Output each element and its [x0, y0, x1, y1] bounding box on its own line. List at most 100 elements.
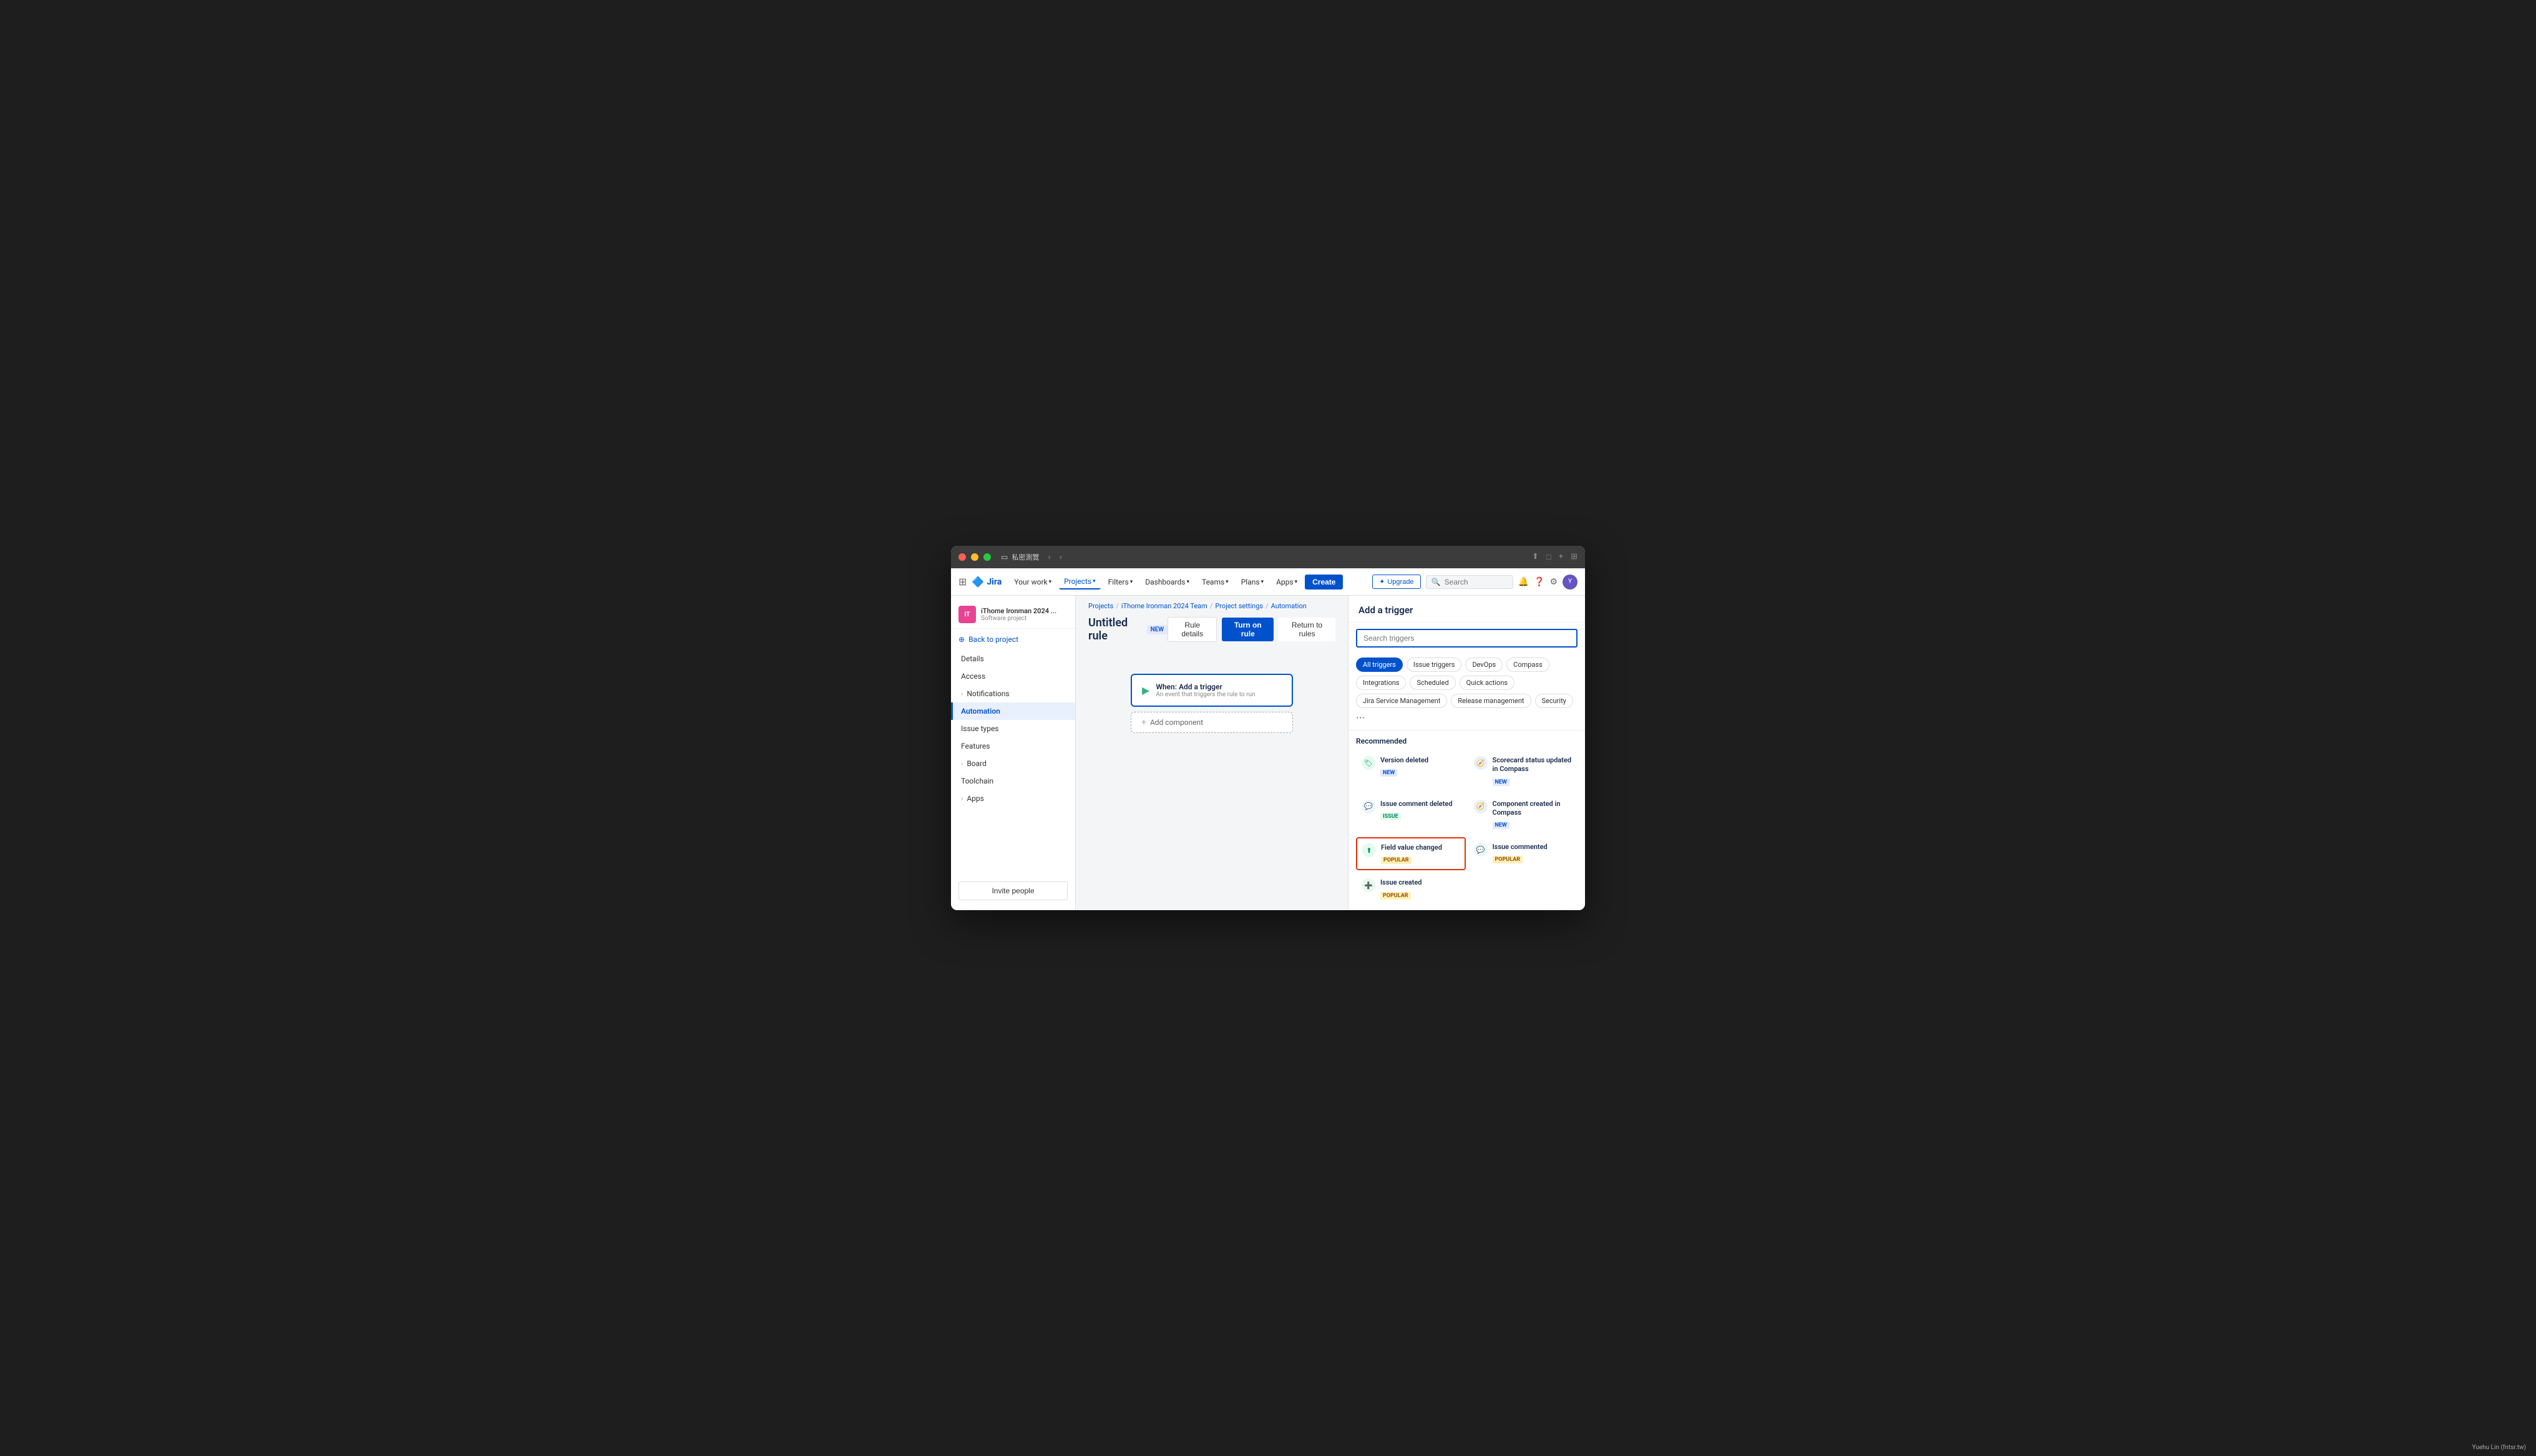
create-button[interactable]: Create: [1305, 575, 1343, 590]
page-title-area: Untitled rule NEW: [1088, 616, 1168, 643]
bookmark-icon[interactable]: □: [1546, 552, 1551, 562]
new-tab-icon[interactable]: +: [1559, 552, 1563, 562]
trigger-issue-commented[interactable]: 💬 Issue commented POPULAR: [1468, 837, 1578, 870]
recommended-title: Recommended: [1356, 737, 1578, 745]
filter-tags: All triggers Issue triggers DevOps Compa…: [1348, 654, 1585, 730]
field-icon: ⬆: [1362, 843, 1376, 857]
sidebar-item-notifications[interactable]: › Notifications: [951, 685, 1075, 702]
search-triggers-input[interactable]: [1356, 629, 1578, 648]
sidebar-toggle-icon[interactable]: ⊞: [1571, 552, 1578, 562]
version-icon: 🏷: [1362, 756, 1375, 770]
project-icon: iT: [958, 606, 976, 623]
grid-icon[interactable]: ⊞: [958, 576, 967, 588]
canvas-content: ▶ When: Add a trigger An event that trig…: [1131, 674, 1293, 733]
recommended-section: Recommended 🏷 Version deleted NEW 🧭: [1348, 730, 1585, 910]
filter-quick-actions[interactable]: Quick actions: [1460, 676, 1514, 690]
filters-nav[interactable]: Filters ▾: [1103, 575, 1138, 589]
app-window: ▭ 私密測覽 ‹ › ⬆ □ + ⊞ ⊞ 🔷 Jira Your work ▾ …: [951, 546, 1585, 910]
filter-devops[interactable]: DevOps: [1465, 658, 1503, 672]
sidebar-item-apps[interactable]: › Apps: [951, 790, 1075, 807]
minimize-button[interactable]: [971, 553, 978, 561]
project-header: iT iThome Ironman 2024 ... Software proj…: [951, 601, 1075, 629]
invite-button[interactable]: Invite people: [958, 881, 1068, 900]
trigger-issue-comment-deleted[interactable]: 💬 Issue comment deleted ISSUE: [1356, 794, 1466, 835]
sidebar-item-access[interactable]: Access: [951, 667, 1075, 685]
topnav-right: ✦ Upgrade 🔍 🔔 ❓ ⚙ Y: [1372, 575, 1578, 590]
breadcrumb-projects[interactable]: Projects: [1088, 602, 1113, 610]
more-filters[interactable]: ···: [1356, 712, 1365, 725]
comment-icon: 💬: [1362, 800, 1375, 813]
plus-circle-icon: ➕: [1362, 878, 1375, 892]
page-header: Untitled rule NEW Rule details Turn on r…: [1076, 613, 1348, 649]
breadcrumb-automation[interactable]: Automation: [1271, 602, 1307, 610]
dashboards-nav[interactable]: Dashboards ▾: [1140, 575, 1194, 589]
teams-nav[interactable]: Teams ▾: [1197, 575, 1234, 589]
trigger-field-value-changed[interactable]: ⬆ Field value changed POPULAR: [1356, 837, 1466, 870]
breadcrumb-settings[interactable]: Project settings: [1215, 602, 1263, 610]
right-panel: Add a trigger All triggers Issue trigger…: [1348, 596, 1585, 910]
content-area: Projects / iThome Ironman 2024 Team / Pr…: [1076, 596, 1348, 910]
filter-all-triggers[interactable]: All triggers: [1356, 658, 1403, 672]
play-icon: ▶: [1142, 684, 1149, 696]
filter-integrations[interactable]: Integrations: [1356, 676, 1406, 690]
turn-on-button[interactable]: Turn on rule: [1222, 618, 1274, 641]
compass-icon: 🧭: [1474, 756, 1488, 770]
top-navigation: ⊞ 🔷 Jira Your work ▾ Projects ▾ Filters …: [951, 568, 1585, 596]
close-button[interactable]: [958, 553, 966, 561]
plus-icon: +: [1141, 717, 1146, 727]
forward-nav[interactable]: ›: [1060, 552, 1062, 562]
sidebar-item-toolchain[interactable]: Toolchain: [951, 772, 1075, 790]
titlebar: ▭ 私密測覽 ‹ › ⬆ □ + ⊞: [951, 546, 1585, 568]
trigger-issue-created[interactable]: ➕ Issue created POPULAR: [1356, 873, 1466, 905]
jira-logo[interactable]: 🔷 Jira: [972, 576, 1002, 588]
filter-issue-triggers[interactable]: Issue triggers: [1407, 658, 1462, 672]
canvas-area: ▶ When: Add a trigger An event that trig…: [1076, 649, 1348, 910]
help-icon[interactable]: ❓: [1534, 577, 1544, 587]
sidebar-item-automation[interactable]: Automation: [951, 702, 1075, 720]
sidebar-item-details[interactable]: Details: [951, 650, 1075, 667]
window-title: ▭ 私密測覽: [1001, 552, 1039, 562]
rule-details-button[interactable]: Rule details: [1168, 617, 1217, 642]
upgrade-button[interactable]: ✦ Upgrade: [1372, 575, 1420, 589]
filter-release[interactable]: Release management: [1451, 694, 1531, 708]
apps-nav[interactable]: Apps ▾: [1271, 575, 1302, 589]
maximize-button[interactable]: [983, 553, 991, 561]
trigger-version-deleted[interactable]: 🏷 Version deleted NEW: [1356, 750, 1466, 792]
avatar[interactable]: Y: [1563, 575, 1578, 590]
sidebar-item-board[interactable]: › Board: [951, 755, 1075, 772]
trigger-scorecard-status[interactable]: 🧭 Scorecard status updated in Compass NE…: [1468, 750, 1578, 792]
issue-comment-icon: 💬: [1474, 843, 1488, 857]
filter-security[interactable]: Security: [1535, 694, 1573, 708]
new-badge: NEW: [1147, 625, 1168, 634]
back-icon: ⊕: [958, 635, 965, 644]
your-work-nav[interactable]: Your work ▾: [1009, 575, 1056, 589]
notification-icon[interactable]: 🔔: [1518, 577, 1529, 587]
search-triggers-container: [1348, 623, 1585, 654]
back-to-project[interactable]: ⊕ Back to project: [951, 631, 1075, 648]
trigger-component-created[interactable]: 🧭 Component created in Compass NEW: [1468, 794, 1578, 835]
add-component[interactable]: + Add component: [1131, 712, 1293, 733]
titlebar-icons: ⬆ □ + ⊞: [1532, 552, 1578, 562]
search-input[interactable]: [1445, 578, 1507, 586]
filter-compass[interactable]: Compass: [1506, 658, 1549, 672]
header-actions: Rule details Turn on rule Return to rule…: [1168, 617, 1335, 642]
breadcrumb-team[interactable]: iThome Ironman 2024 Team: [1121, 602, 1207, 610]
sidebar-item-issue-types[interactable]: Issue types: [951, 720, 1075, 737]
filter-scheduled[interactable]: Scheduled: [1410, 676, 1455, 690]
trigger-card[interactable]: ▶ When: Add a trigger An event that trig…: [1131, 674, 1293, 707]
back-nav[interactable]: ‹: [1048, 552, 1050, 562]
star-icon: ✦: [1379, 578, 1385, 586]
sidebar-item-features[interactable]: Features: [951, 737, 1075, 755]
search-icon: 🔍: [1431, 578, 1441, 586]
projects-nav[interactable]: Projects ▾: [1059, 575, 1101, 590]
search-box[interactable]: 🔍: [1426, 575, 1513, 589]
share-icon[interactable]: ⬆: [1532, 552, 1539, 562]
filter-jira-service[interactable]: Jira Service Management: [1356, 694, 1447, 708]
page-title: Untitled rule: [1088, 616, 1141, 643]
plans-nav[interactable]: Plans ▾: [1236, 575, 1269, 589]
component-icon: 🧭: [1474, 800, 1488, 813]
main-layout: iT iThome Ironman 2024 ... Software proj…: [951, 596, 1585, 910]
settings-icon[interactable]: ⚙: [1549, 577, 1558, 587]
sidebar: iT iThome Ironman 2024 ... Software proj…: [951, 596, 1076, 910]
return-to-rules-button[interactable]: Return to rules: [1279, 618, 1335, 641]
